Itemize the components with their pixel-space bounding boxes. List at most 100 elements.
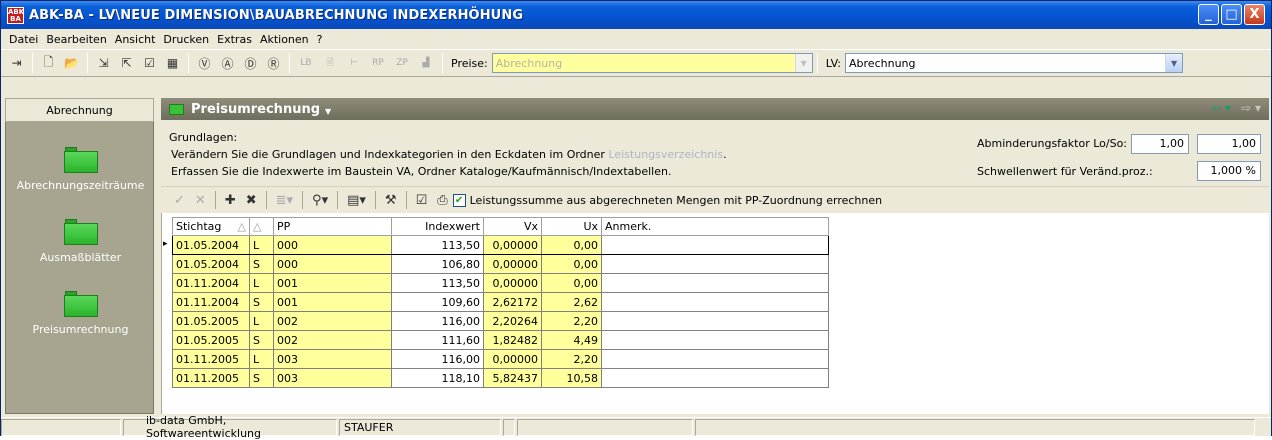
- cell-type[interactable]: S: [249, 292, 274, 312]
- cell-vx[interactable]: 2,20264: [483, 311, 542, 331]
- cell-indexwert[interactable]: 116,00: [391, 311, 484, 331]
- zp-button[interactable]: ZP: [393, 55, 411, 72]
- cell-ux[interactable]: 2,20: [541, 349, 602, 369]
- cell-pp[interactable]: 001: [273, 292, 392, 312]
- cell-anmerk[interactable]: [601, 273, 829, 293]
- table-row[interactable]: 01.05.2005 S 002 111,60 1,82482 4,49: [172, 330, 829, 350]
- delete-row-icon[interactable]: ✖: [246, 193, 257, 208]
- open-folder-icon[interactable]: 📂: [63, 55, 80, 72]
- tools-icon[interactable]: ⚒: [385, 193, 397, 208]
- sidebar-item-ausmassblaetter[interactable]: Ausmaßblätter: [6, 219, 155, 264]
- cell-indexwert[interactable]: 116,00: [391, 349, 484, 369]
- sidebar-item-preisumrechnung[interactable]: Preisumrechnung: [6, 291, 155, 336]
- sidebar-header[interactable]: Abrechnung: [5, 98, 154, 122]
- document-v-icon[interactable]: Ⓥ: [196, 55, 213, 72]
- forward-arrow-icon[interactable]: ⇨ ▾: [1241, 101, 1261, 115]
- cell-ux[interactable]: 4,49: [541, 330, 602, 350]
- cell-pp[interactable]: 003: [273, 349, 392, 369]
- column-settings-icon[interactable]: ▤▾: [347, 193, 366, 208]
- cell-indexwert[interactable]: 111,60: [391, 330, 484, 350]
- cell-stichtag[interactable]: 01.11.2004: [172, 292, 250, 312]
- new-document-icon[interactable]: 🗋: [40, 55, 57, 72]
- cell-type[interactable]: L: [249, 349, 274, 369]
- schwellenwert-field[interactable]: 1,000 %: [1197, 161, 1261, 181]
- confirm-icon[interactable]: ✓: [174, 193, 185, 208]
- document-d-icon[interactable]: Ⓓ: [242, 55, 259, 72]
- table-row[interactable]: 01.05.2005 L 002 116,00 2,20264 2,20: [172, 311, 829, 331]
- cell-anmerk[interactable]: [601, 292, 829, 312]
- cell-anmerk[interactable]: [601, 349, 829, 369]
- cell-pp[interactable]: 000: [273, 254, 392, 274]
- cell-pp[interactable]: 003: [273, 368, 392, 388]
- sidebar-item-abrechnungszeitraeume[interactable]: Abrechnungszeiträume: [6, 147, 155, 192]
- cell-pp[interactable]: 002: [273, 330, 392, 350]
- print-icon[interactable]: ⎙: [437, 193, 447, 208]
- cell-stichtag[interactable]: 01.11.2004: [172, 273, 250, 293]
- table-row[interactable]: 01.11.2005 S 003 118,10 5,82437 10,58: [172, 368, 829, 388]
- col-header-pp[interactable]: PP: [273, 217, 392, 236]
- cell-anmerk[interactable]: [601, 254, 829, 274]
- menu-ansicht[interactable]: Ansicht: [111, 33, 160, 46]
- cell-indexwert[interactable]: 106,80: [391, 254, 484, 274]
- cell-pp[interactable]: 000: [273, 235, 392, 255]
- cell-anmerk[interactable]: [601, 330, 829, 350]
- lb-button[interactable]: LB: [297, 55, 315, 72]
- cell-type[interactable]: L: [249, 235, 274, 255]
- abminderungsfaktor-lo-field[interactable]: 1,00: [1131, 134, 1189, 154]
- cell-type[interactable]: S: [249, 254, 274, 274]
- chart-icon[interactable]: ▟: [417, 55, 435, 72]
- cell-indexwert[interactable]: 113,50: [391, 273, 484, 293]
- col-header-indexwert[interactable]: Indexwert: [391, 217, 484, 236]
- cell-type[interactable]: L: [249, 311, 274, 331]
- properties-icon[interactable]: ☑: [141, 55, 158, 72]
- cell-vx[interactable]: 1,82482: [483, 330, 542, 350]
- checklist-icon[interactable]: ☑: [416, 193, 428, 208]
- cell-type[interactable]: L: [249, 273, 274, 293]
- caret-down-icon[interactable]: ▼: [325, 107, 331, 116]
- menu-aktionen[interactable]: Aktionen: [256, 33, 313, 46]
- cell-ux[interactable]: 0,00: [541, 235, 602, 255]
- cell-ux[interactable]: 2,62: [541, 292, 602, 312]
- cell-anmerk[interactable]: [601, 235, 829, 255]
- table-row[interactable]: 01.11.2004 L 001 113,50 0,00000 0,00: [172, 273, 829, 293]
- rp-button[interactable]: RP: [369, 55, 387, 72]
- cell-indexwert[interactable]: 109,60: [391, 292, 484, 312]
- document-a-icon[interactable]: Ⓐ: [219, 55, 236, 72]
- add-row-icon[interactable]: ✚: [225, 193, 236, 208]
- cell-ux[interactable]: 0,00: [541, 254, 602, 274]
- lv-select[interactable]: Abrechnung ▼: [845, 53, 1184, 73]
- menu-extras[interactable]: Extras: [213, 33, 256, 46]
- cell-vx[interactable]: 5,82437: [483, 368, 542, 388]
- page-icon[interactable]: 🗎: [321, 55, 339, 72]
- cell-ux[interactable]: 0,00: [541, 273, 602, 293]
- cell-ux[interactable]: 2,20: [541, 311, 602, 331]
- cell-vx[interactable]: 0,00000: [483, 254, 542, 274]
- cell-anmerk[interactable]: [601, 368, 829, 388]
- menu-bearbeiten[interactable]: Bearbeiten: [42, 33, 110, 46]
- cell-indexwert[interactable]: 118,10: [391, 368, 484, 388]
- back-arrow-icon[interactable]: ⇦ ▾: [1211, 101, 1231, 115]
- cell-ux[interactable]: 10,58: [541, 368, 602, 388]
- cell-vx[interactable]: 0,00000: [483, 349, 542, 369]
- calculator-icon[interactable]: ▦: [164, 55, 181, 72]
- chevron-down-icon[interactable]: ▼: [794, 54, 812, 72]
- abminderungsfaktor-so-field[interactable]: 1,00: [1197, 134, 1261, 154]
- table-row[interactable]: 01.05.2004 S 000 106,80 0,00000 0,00: [172, 254, 829, 274]
- maximize-button[interactable]: □: [1221, 4, 1242, 25]
- cell-vx[interactable]: 2,62172: [483, 292, 542, 312]
- leistungssumme-checkbox[interactable]: ✔: [452, 193, 466, 207]
- cell-pp[interactable]: 001: [273, 273, 392, 293]
- leistungsverzeichnis-link[interactable]: Leistungsverzeichnis: [608, 148, 723, 161]
- cell-stichtag[interactable]: 01.05.2005: [172, 311, 250, 331]
- close-button[interactable]: X: [1244, 4, 1265, 25]
- cell-indexwert[interactable]: 113,50: [391, 235, 484, 255]
- table-row[interactable]: 01.11.2004 S 001 109,60 2,62172 2,62: [172, 292, 829, 312]
- cell-type[interactable]: S: [249, 330, 274, 350]
- table-row[interactable]: 01.11.2005 L 003 116,00 0,00000 2,20: [172, 349, 829, 369]
- exit-icon[interactable]: ⇥: [8, 55, 25, 72]
- cell-vx[interactable]: 0,00000: [483, 235, 542, 255]
- col-header-vx[interactable]: Vx: [483, 217, 542, 236]
- preise-select[interactable]: Abrechnung ▼: [491, 53, 813, 73]
- chevron-down-icon[interactable]: ▼: [1165, 54, 1183, 72]
- col-header-stichtag[interactable]: Stichtag △: [172, 217, 250, 236]
